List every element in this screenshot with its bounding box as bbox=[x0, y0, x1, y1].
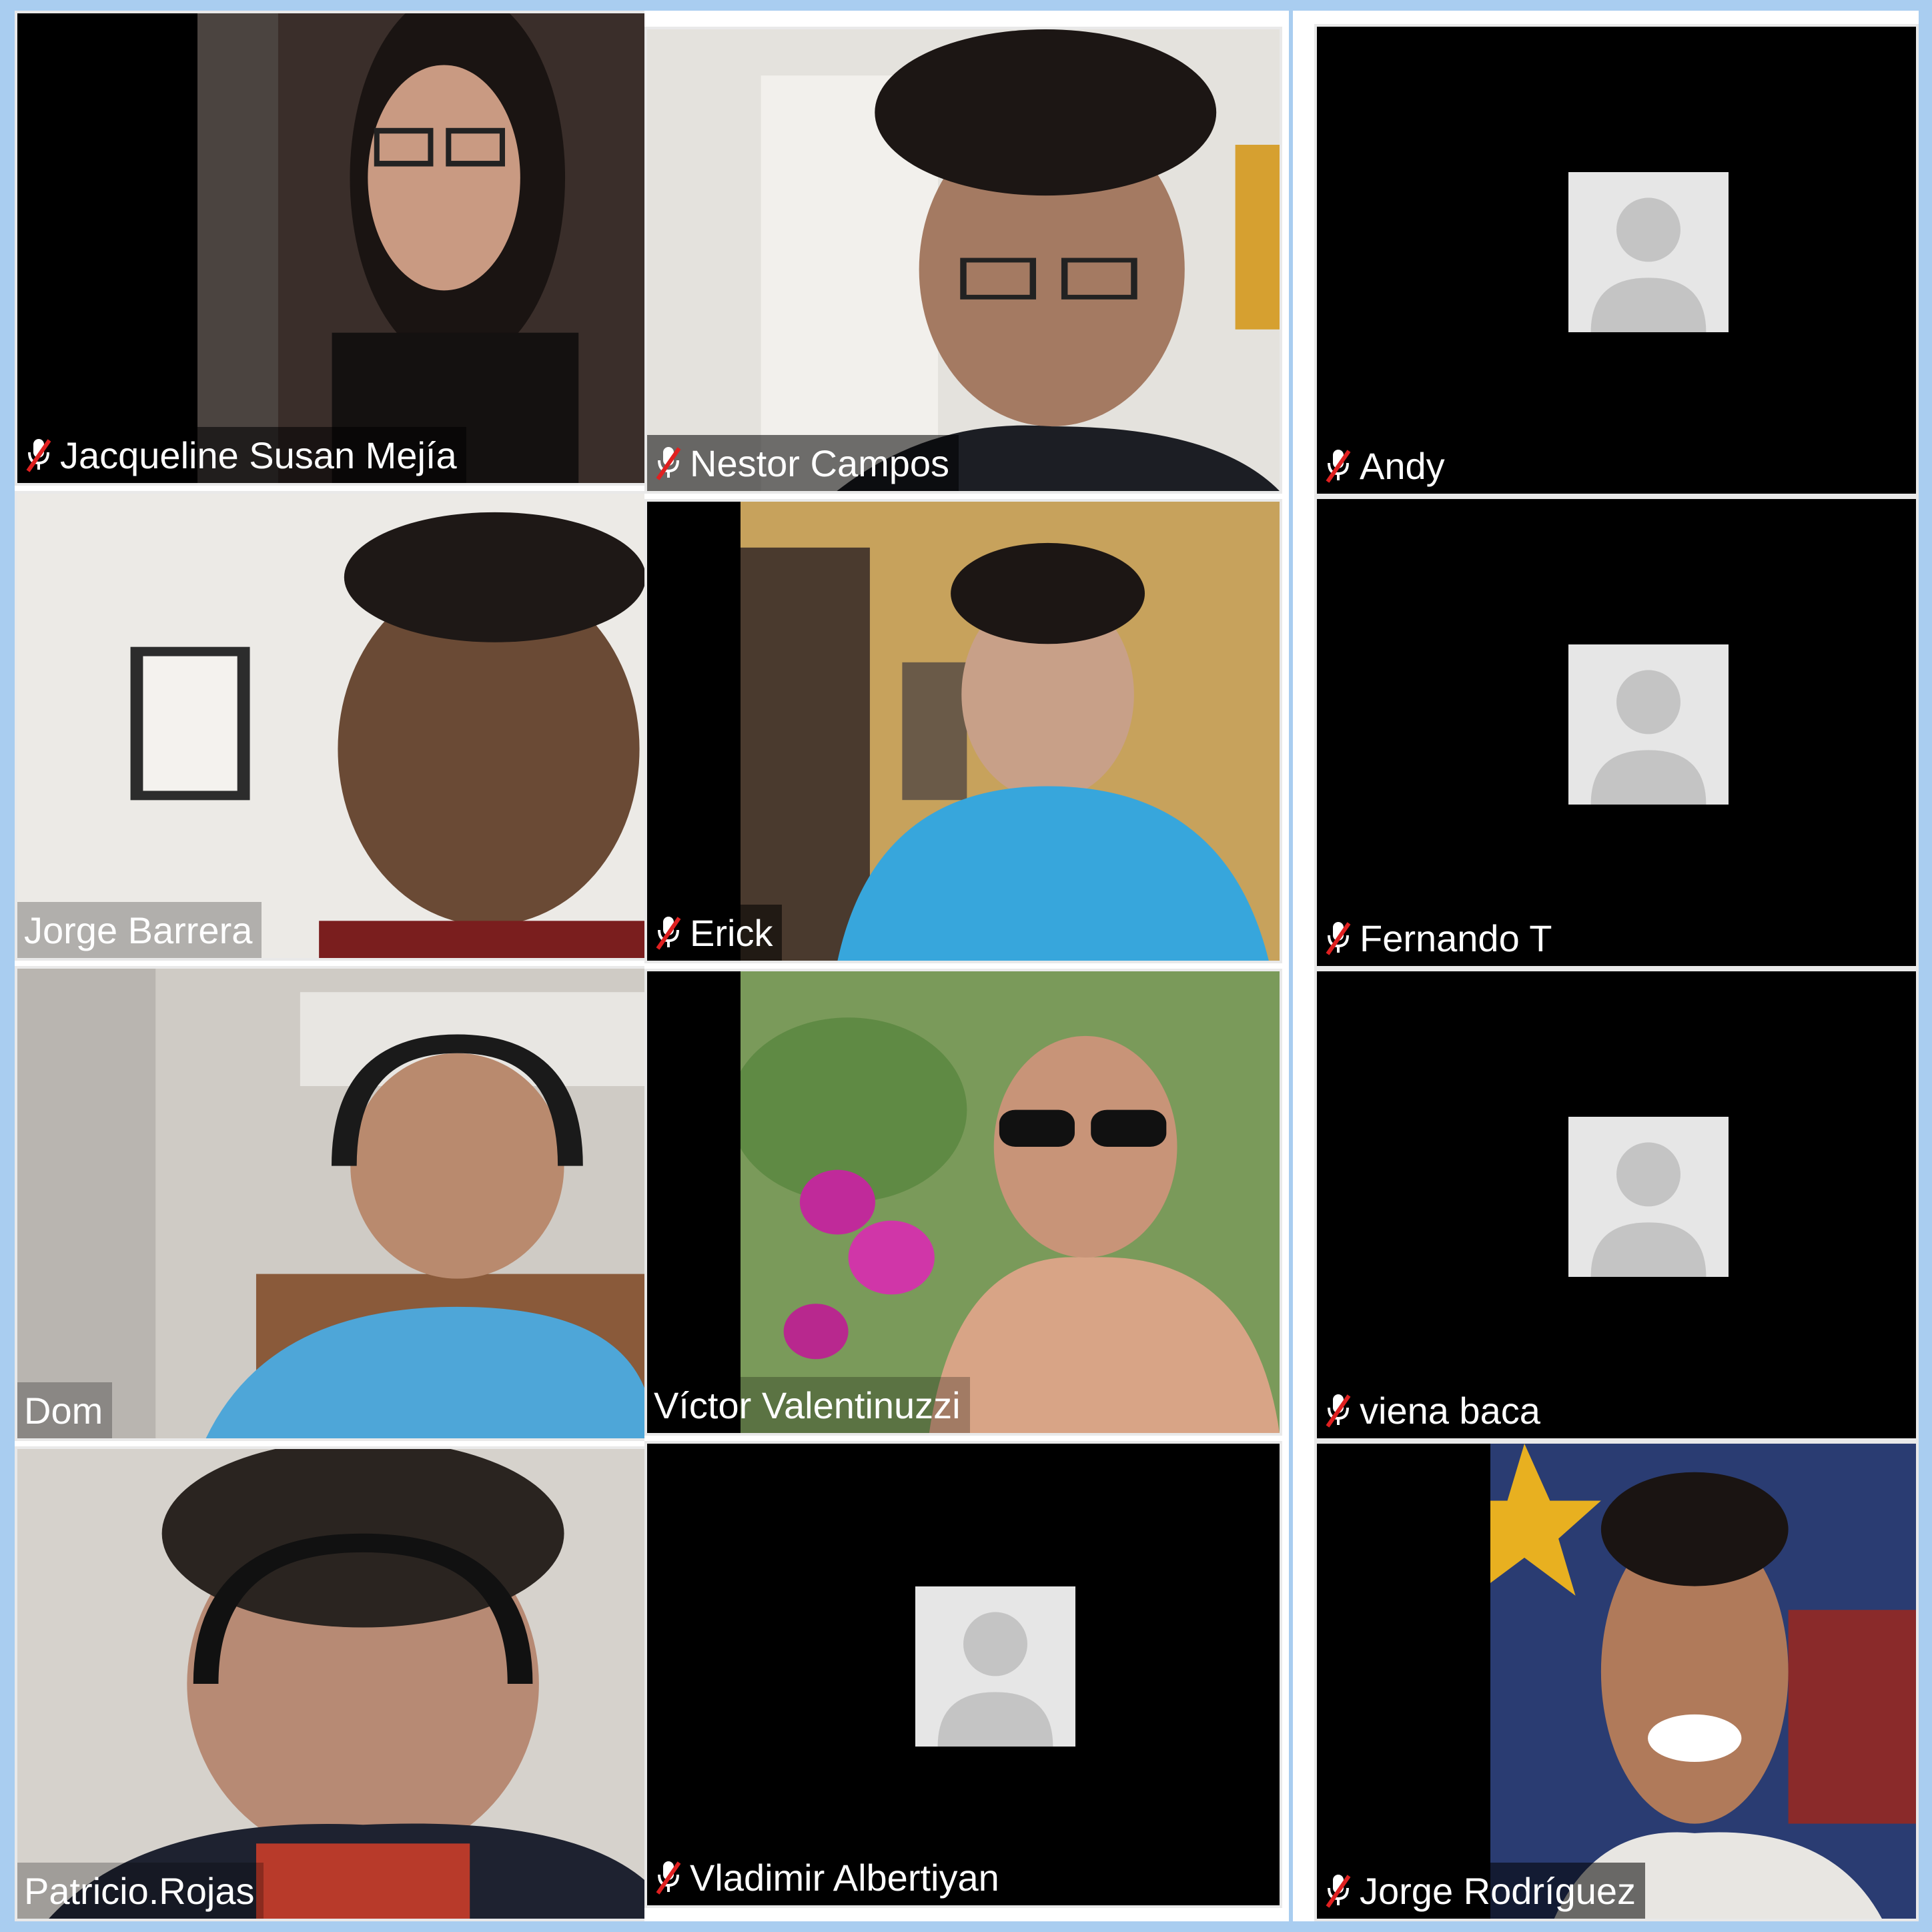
participant-name-tag: Jorge Rodríguez bbox=[1317, 1863, 1646, 1919]
participant-video bbox=[741, 502, 1280, 961]
participant-name: Nestor Campos bbox=[690, 442, 950, 484]
participant-tile-jacqueline[interactable]: Jacqueline Susan Mejía bbox=[15, 11, 648, 486]
participant-tile-dom[interactable]: Dom bbox=[15, 966, 648, 1441]
participant-name-tag: Jacqueline Susan Mejía bbox=[17, 427, 466, 483]
muted-microphone-icon bbox=[24, 436, 53, 474]
gallery-column-right: Andy Fernando T viena baca Jorge Rodrígu… bbox=[1293, 11, 1919, 1921]
participant-name-tag: viena baca bbox=[1317, 1382, 1550, 1438]
participant-name: Andy bbox=[1360, 444, 1445, 487]
muted-microphone-icon bbox=[1324, 447, 1353, 484]
participant-name-tag: Nestor Campos bbox=[647, 435, 959, 491]
participant-name: Vladimir Albertiyan bbox=[690, 1856, 999, 1899]
avatar-placeholder-icon bbox=[1568, 172, 1729, 332]
participant-video bbox=[647, 29, 1280, 491]
participant-tile-erick[interactable]: Erick bbox=[644, 499, 1282, 963]
participant-name: Jorge Rodríguez bbox=[1360, 1869, 1636, 1912]
muted-microphone-icon bbox=[654, 914, 683, 951]
participant-tile-fernando[interactable]: Fernando T bbox=[1314, 496, 1919, 969]
avatar-placeholder-icon bbox=[915, 1586, 1075, 1747]
participant-tile-andy[interactable]: Andy bbox=[1314, 24, 1919, 496]
participant-name-tag: Andy bbox=[1317, 438, 1454, 494]
muted-microphone-icon bbox=[1324, 1392, 1353, 1429]
video-call-collage: Jacqueline Susan Mejía Jorge Barrera Dom… bbox=[0, 0, 1932, 1932]
participant-name-tag: Víctor Valentinuzzi bbox=[647, 1377, 970, 1433]
avatar-placeholder-icon bbox=[1568, 644, 1729, 805]
participant-tile-vladimir[interactable]: Vladimir Albertiyan bbox=[644, 1441, 1282, 1908]
participant-name-tag: Patricio.Rojas bbox=[17, 1863, 264, 1919]
participant-video bbox=[17, 969, 646, 1438]
participant-tile-viena[interactable]: viena baca bbox=[1314, 969, 1919, 1441]
muted-microphone-icon bbox=[1324, 1872, 1353, 1909]
gallery-column-left: Jacqueline Susan Mejía Jorge Barrera Dom… bbox=[15, 11, 648, 1921]
muted-microphone-icon bbox=[1324, 919, 1353, 957]
participant-video bbox=[17, 1449, 646, 1919]
muted-microphone-icon bbox=[654, 444, 683, 482]
participant-name: Jacqueline Susan Mejía bbox=[60, 434, 457, 476]
participant-name: Fernando T bbox=[1360, 917, 1552, 959]
participant-tile-jorge-barrera[interactable]: Jorge Barrera bbox=[15, 491, 648, 961]
participant-name: Dom bbox=[24, 1389, 103, 1432]
participant-name-tag: Vladimir Albertiyan bbox=[647, 1849, 1009, 1905]
participant-tile-victor[interactable]: Víctor Valentinuzzi bbox=[644, 969, 1282, 1436]
participant-video bbox=[741, 971, 1280, 1433]
participant-name-tag: Jorge Barrera bbox=[17, 902, 262, 958]
participant-video bbox=[17, 494, 646, 958]
participant-name: Jorge Barrera bbox=[24, 909, 253, 951]
participant-name: Víctor Valentinuzzi bbox=[654, 1384, 961, 1426]
muted-microphone-icon bbox=[654, 1859, 683, 1896]
participant-tile-patricio[interactable]: Patricio.Rojas bbox=[15, 1446, 648, 1921]
participant-tile-nestor[interactable]: Nestor Campos bbox=[644, 27, 1282, 494]
participant-name-tag: Dom bbox=[17, 1382, 113, 1438]
participant-name: Patricio.Rojas bbox=[24, 1869, 255, 1912]
participant-tile-jorge-rodriguez[interactable]: Jorge Rodríguez bbox=[1314, 1441, 1919, 1921]
avatar-placeholder-icon bbox=[1568, 1117, 1729, 1277]
participant-name-tag: Erick bbox=[647, 905, 783, 961]
participant-video bbox=[1490, 1444, 1916, 1919]
participant-video bbox=[197, 13, 646, 483]
participant-name: viena baca bbox=[1360, 1389, 1540, 1432]
participant-name-tag: Fernando T bbox=[1317, 910, 1562, 966]
gallery-column-center: Nestor Campos Erick Víctor Valentinuzzi … bbox=[644, 11, 1289, 1921]
participant-name: Erick bbox=[690, 911, 773, 954]
